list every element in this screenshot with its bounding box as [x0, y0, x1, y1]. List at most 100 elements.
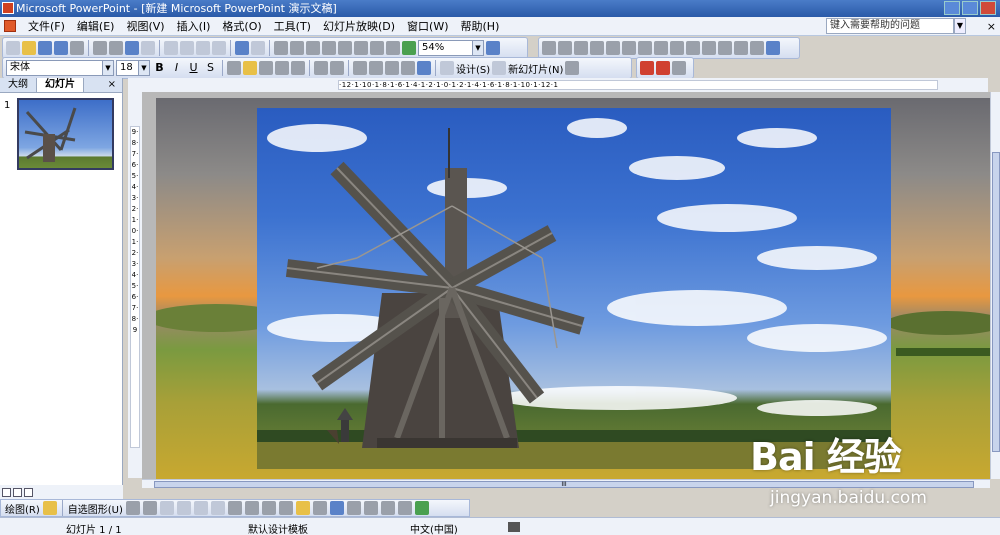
track-icon-e[interactable] [766, 41, 780, 55]
apply-icon[interactable] [606, 41, 620, 55]
vertical-textbox-icon[interactable] [210, 501, 225, 515]
color-grayscale-icon[interactable] [402, 41, 416, 55]
new-icon[interactable] [6, 41, 20, 55]
normal-view-button[interactable] [2, 487, 11, 497]
font-color-icon[interactable] [417, 61, 431, 75]
undo-icon[interactable] [235, 41, 249, 55]
diagram-icon[interactable] [244, 501, 259, 515]
clipart-icon[interactable] [261, 501, 276, 515]
line-tool-icon[interactable] [125, 501, 140, 515]
underline-button[interactable]: U [186, 60, 201, 76]
align-right-icon[interactable] [259, 61, 273, 75]
menu-help[interactable]: 帮助(H) [455, 17, 506, 36]
permission-icon[interactable] [54, 41, 68, 55]
textbox-icon[interactable] [193, 501, 208, 515]
show-formatting-icon[interactable] [370, 41, 384, 55]
insert-comment-icon[interactable] [638, 41, 652, 55]
redo-icon[interactable] [251, 41, 265, 55]
save-icon[interactable] [38, 41, 52, 55]
decrease-indent-icon[interactable] [385, 61, 399, 75]
next-item-icon[interactable] [590, 41, 604, 55]
minimize-button[interactable] [944, 1, 960, 15]
cut-icon[interactable] [164, 41, 178, 55]
close-document-icon[interactable]: × [987, 20, 996, 33]
email-icon[interactable] [70, 41, 84, 55]
columns-icon[interactable] [291, 61, 305, 75]
draw-menu-button[interactable]: 绘图(R) [5, 501, 40, 516]
design-button[interactable]: 设计(S) [456, 61, 490, 76]
menu-file[interactable]: 文件(F) [22, 17, 71, 36]
line-style-icon[interactable] [346, 501, 361, 515]
scroll-thumb[interactable] [992, 152, 1000, 452]
select-objects-icon[interactable] [42, 501, 57, 515]
dash-style-icon[interactable] [363, 501, 378, 515]
previous-item-icon[interactable] [574, 41, 588, 55]
track-icon-c[interactable] [734, 41, 748, 55]
slide-workspace[interactable] [142, 92, 990, 479]
bullets-icon[interactable] [330, 61, 344, 75]
slideshow-button[interactable] [24, 487, 33, 497]
menu-view[interactable]: 视图(V) [120, 17, 170, 36]
powerpoint-app-icon[interactable] [2, 2, 14, 14]
new-slide-icon[interactable] [492, 61, 507, 75]
tables-borders-icon[interactable] [306, 41, 320, 55]
format-painter-icon[interactable] [212, 41, 226, 55]
font-select[interactable]: 宋体 ▼ [6, 60, 114, 76]
expand-all-icon[interactable] [354, 41, 368, 55]
track-icon-d[interactable] [750, 41, 764, 55]
zoom-select[interactable]: 54% ▼ [418, 40, 484, 56]
toolbar-options-icon[interactable] [565, 61, 580, 75]
print-preview-icon[interactable] [109, 41, 123, 55]
align-left-icon[interactable] [227, 61, 241, 75]
close-icon[interactable]: × [108, 78, 116, 92]
3d-style-icon[interactable] [414, 501, 429, 515]
delete-comment-icon[interactable] [670, 41, 684, 55]
arrow-style-icon[interactable] [380, 501, 395, 515]
stop-icon[interactable] [656, 61, 670, 75]
arrow-tool-icon[interactable] [142, 501, 157, 515]
help-search-input[interactable]: 键入需要帮助的问题 [826, 18, 954, 34]
edit-comment-icon[interactable] [654, 41, 668, 55]
wordart-icon[interactable] [227, 501, 242, 515]
close-window-button[interactable] [980, 1, 996, 15]
font-size-select[interactable]: 18 ▼ [116, 60, 150, 76]
gear-icon[interactable] [672, 61, 686, 75]
bold-button[interactable]: B [152, 60, 167, 76]
insert-chart-icon[interactable] [274, 41, 288, 55]
document-icon[interactable] [4, 20, 16, 32]
shadow-button[interactable]: S [203, 60, 218, 76]
unapply-icon[interactable] [622, 41, 636, 55]
menu-tools[interactable]: 工具(T) [268, 17, 317, 36]
help-icon[interactable] [486, 41, 500, 55]
numbering-icon[interactable] [314, 61, 328, 75]
fill-color-icon[interactable] [295, 501, 310, 515]
current-slide[interactable] [257, 108, 891, 469]
markup-icon[interactable] [542, 41, 556, 55]
maximize-button[interactable] [962, 1, 978, 15]
insert-table-icon[interactable] [290, 41, 304, 55]
oval-tool-icon[interactable] [176, 501, 191, 515]
italic-button[interactable]: I [169, 60, 184, 76]
research-icon[interactable] [141, 41, 155, 55]
reviewing-pane-icon[interactable] [686, 41, 700, 55]
autoshapes-button[interactable]: 自选图形(U) [68, 501, 123, 516]
show-grid-icon[interactable] [386, 41, 400, 55]
justify-icon[interactable] [275, 61, 289, 75]
increase-font-icon[interactable] [353, 61, 367, 75]
record-icon[interactable] [640, 61, 654, 75]
track-icon-a[interactable] [702, 41, 716, 55]
design-icon[interactable] [440, 61, 454, 75]
spelling-icon[interactable] [125, 41, 139, 55]
menu-window[interactable]: 窗口(W) [401, 17, 454, 36]
menu-slideshow[interactable]: 幻灯片放映(D) [317, 17, 401, 36]
chevron-down-icon[interactable]: ▼ [102, 61, 113, 75]
tab-slides[interactable]: 幻灯片 [37, 78, 84, 92]
slide-sorter-button[interactable] [13, 487, 22, 497]
track-icon-b[interactable] [718, 41, 732, 55]
reviewers-icon[interactable] [558, 41, 572, 55]
shadow-style-icon[interactable] [397, 501, 412, 515]
print-icon[interactable] [93, 41, 107, 55]
chevron-down-icon[interactable]: ▼ [472, 41, 483, 55]
new-slide-button[interactable]: 新幻灯片(N) [508, 61, 563, 76]
decrease-font-icon[interactable] [369, 61, 383, 75]
